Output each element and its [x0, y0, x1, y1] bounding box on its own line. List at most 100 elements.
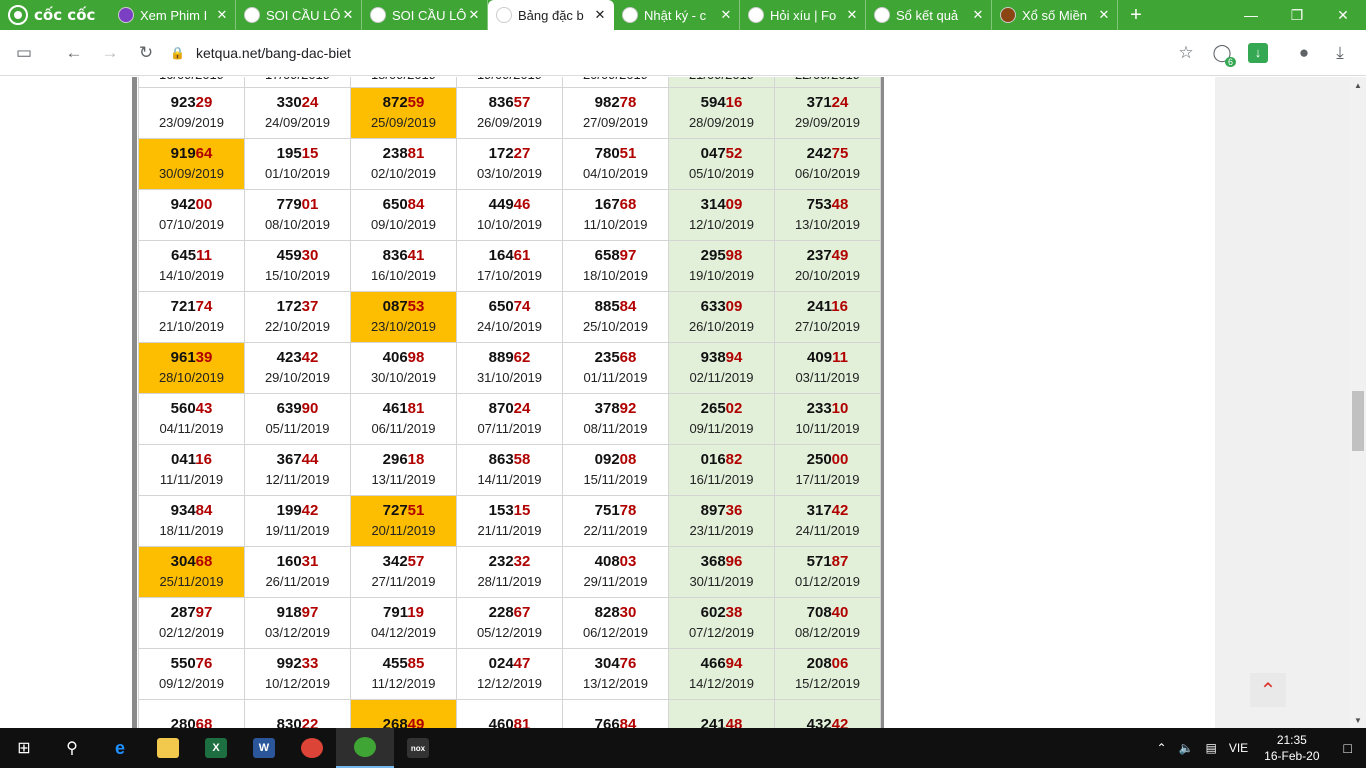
cell-date: 29/09/2019 [794, 115, 861, 130]
tab-close-icon[interactable]: ✕ [215, 7, 229, 23]
word-icon[interactable]: W [240, 728, 288, 768]
number-tail: 42 [831, 716, 849, 728]
table-cell: 02447 12/12/2019 [456, 648, 563, 700]
table-cell: 63990 05/11/2019 [244, 393, 351, 445]
number-head: 961 [170, 349, 196, 366]
bookmark-star-icon[interactable]: ☆ [1168, 35, 1204, 71]
cell-date: 12/12/2019 [476, 676, 543, 691]
address-bar[interactable]: 🔒 ketqua.net/bang-dac-biet [164, 36, 1168, 70]
tab-6[interactable]: Sổ kết quả ✕ [866, 0, 992, 30]
number-head: 938 [700, 349, 726, 366]
number-head: 092 [594, 451, 620, 468]
search-icon[interactable]: ⚲ [48, 728, 96, 768]
excel-icon[interactable]: X [192, 728, 240, 768]
cell-date: 13/12/2019 [582, 676, 649, 691]
scroll-down-icon[interactable]: ▼ [1350, 712, 1366, 728]
tab-title: SOI CẦU LÔ [392, 7, 467, 23]
shield-extension-icon[interactable]: ◯ 6 [1204, 35, 1240, 71]
clock[interactable]: 21:35 16-Feb-20 [1254, 732, 1329, 764]
minimize-icon[interactable]: — [1228, 0, 1274, 30]
number-head: 367 [276, 451, 302, 468]
number-tail: 97 [619, 247, 637, 264]
cell-date: 10/10/2019 [476, 217, 543, 232]
cell-number: 43242 [775, 715, 880, 728]
vertical-scrollbar[interactable]: ▲ ▼ [1350, 77, 1366, 728]
sidebar-toggle-icon[interactable]: ▭ [6, 35, 42, 71]
number-tail: 39 [195, 349, 213, 366]
cell-date: 22/10/2019 [264, 319, 331, 334]
tab-5[interactable]: Hỏi xíu | Fo ✕ [740, 0, 866, 30]
tab-3[interactable]: Bảng đặc b ✕ [488, 0, 614, 30]
table-row: 94200 07/10/2019 77901 08/10/2019 65084 09/10… [138, 189, 881, 241]
downloads-icon[interactable]: ⤓ [1322, 35, 1358, 71]
cell-date: 04/10/2019 [582, 166, 649, 181]
number-head: 235 [594, 349, 620, 366]
tab-7[interactable]: Xổ số Miền ✕ [992, 0, 1118, 30]
cell-number: 30468 [139, 552, 244, 572]
scrollbar-thumb[interactable] [1352, 391, 1364, 451]
profile-icon[interactable]: ● [1286, 35, 1322, 71]
number-head: 087 [382, 298, 408, 315]
cell-number: 19515 [245, 144, 350, 164]
number-head: 766 [594, 716, 620, 728]
cell-date: 02/12/2019 [158, 625, 225, 640]
tab-2[interactable]: SOI CẦU LÔ ✕ [362, 0, 488, 30]
browser-brand[interactable]: cốc cốc [0, 0, 110, 30]
number-tail: 18 [407, 451, 425, 468]
number-tail: 24 [301, 94, 319, 111]
tab-close-icon[interactable]: ✕ [971, 7, 985, 23]
edge-icon[interactable]: e [96, 728, 144, 768]
cell-number: 23881 [351, 144, 456, 164]
tab-close-icon[interactable]: ✕ [1097, 7, 1111, 23]
favicon-icon [118, 7, 134, 23]
tab-0[interactable]: Xem Phim I ✕ [110, 0, 236, 30]
table-cell: 79119 04/12/2019 [350, 597, 457, 649]
number-tail: 98 [407, 349, 425, 366]
coccoc-taskbar-icon[interactable] [336, 728, 394, 768]
back-arrow-icon[interactable]: ← [56, 35, 92, 71]
nox-icon[interactable]: nox [394, 728, 442, 768]
network-icon[interactable]: ▤ [1199, 741, 1222, 755]
chrome-icon[interactable] [288, 728, 336, 768]
table-cell: 36896 30/11/2019 [668, 546, 775, 598]
table-cell: 16768 11/10/2019 [562, 189, 669, 241]
tab-1[interactable]: SOI CẦU LÔ ✕ [236, 0, 362, 30]
number-tail: 30 [619, 604, 637, 621]
forward-arrow-icon[interactable]: → [92, 35, 128, 71]
cell-number: 65074 [457, 297, 562, 317]
reload-icon[interactable]: ↻ [128, 35, 164, 71]
file-explorer-icon[interactable] [144, 728, 192, 768]
number-head: 371 [806, 94, 832, 111]
cell-number: 46081 [457, 715, 562, 728]
table-cell: 70840 08/12/2019 [774, 597, 881, 649]
cell-number: 31409 [669, 195, 774, 215]
windows-start-icon[interactable]: ⊞ [0, 728, 48, 768]
close-window-icon[interactable]: ✕ [1320, 0, 1366, 30]
number-tail: 61 [513, 247, 531, 264]
scroll-to-top-button[interactable]: ⌃ [1250, 673, 1286, 707]
new-tab-button[interactable]: + [1118, 0, 1154, 30]
speaker-icon[interactable]: 🔈 [1173, 741, 1200, 755]
tab-close-icon[interactable]: ✕ [467, 7, 481, 23]
download-extension-icon[interactable]: ↓ [1240, 35, 1276, 71]
tab-close-icon[interactable]: ✕ [719, 7, 733, 23]
tab-close-icon[interactable]: ✕ [593, 7, 607, 23]
tab-close-icon[interactable]: ✕ [845, 7, 859, 23]
language-indicator[interactable]: VIE [1223, 741, 1254, 755]
tab-4[interactable]: Nhật ký - c ✕ [614, 0, 740, 30]
number-tail: 09 [725, 298, 743, 315]
restore-icon[interactable]: ❐ [1274, 0, 1320, 30]
cell-date: 03/10/2019 [476, 166, 543, 181]
number-head: 237 [806, 247, 832, 264]
notification-icon[interactable]: □ [1330, 740, 1366, 756]
number-head: 918 [276, 604, 302, 621]
number-tail: 49 [407, 716, 425, 728]
number-tail: 32 [513, 553, 531, 570]
tab-close-icon[interactable]: ✕ [341, 7, 355, 23]
number-tail: 42 [301, 502, 319, 519]
scroll-up-icon[interactable]: ▲ [1350, 77, 1366, 93]
table-cell: 20/09/2019 [562, 77, 669, 88]
cell-number: 99233 [245, 654, 350, 674]
table-cell: 30476 13/12/2019 [562, 648, 669, 700]
chevron-up-tray-icon[interactable]: ⌃ [1150, 741, 1172, 755]
